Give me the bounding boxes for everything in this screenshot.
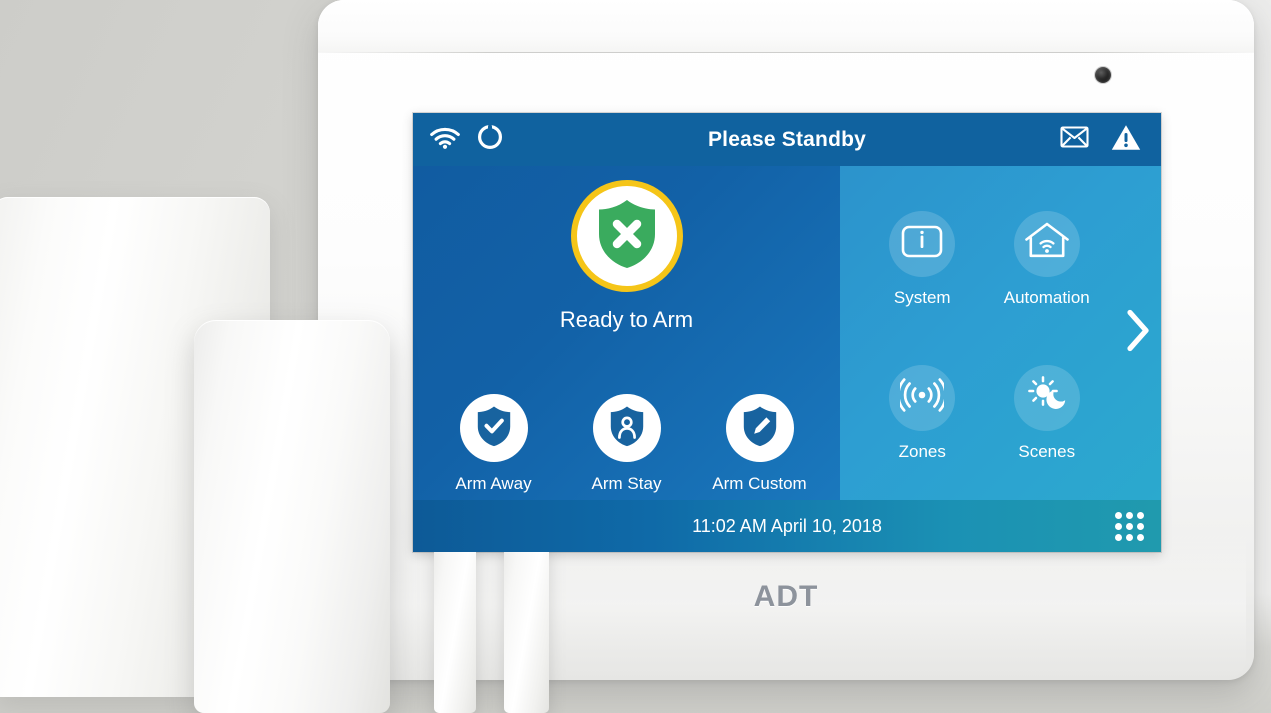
system-status-button[interactable]: Ready to Arm [413, 180, 840, 333]
arm-away-label: Arm Away [455, 474, 532, 493]
arm-away-circle [459, 394, 528, 462]
shield-pencil-icon [741, 405, 779, 452]
screen-content: Ready to Arm Arm Away Arm Stay Arm Custo… [413, 166, 1161, 500]
shield-check-icon [475, 405, 513, 452]
motion-sensor-front [194, 320, 390, 713]
keypad-dot [1115, 533, 1122, 541]
keypad-dot [1126, 522, 1133, 530]
arm-stay-circle [592, 394, 661, 462]
status-ring [570, 180, 683, 292]
footer-bar: 11:02 AM April 10, 2018 [413, 500, 1161, 552]
arm-stay-label: Arm Stay [591, 474, 662, 493]
status-bar: Please Standby [413, 113, 1161, 166]
home-wifi-icon [1024, 222, 1070, 265]
keypad-dot [1137, 511, 1144, 519]
status-bar-title: Please Standby [707, 127, 867, 151]
arm-custom-button[interactable]: Arm Custom [695, 394, 825, 494]
tile-scenes[interactable]: Scenes [985, 336, 1110, 490]
system-status-label: Ready to Arm [559, 307, 694, 332]
keypad-dot [1115, 522, 1122, 530]
info-icon [901, 225, 943, 263]
features-panel: System Automation Zones Scenes [840, 166, 1161, 500]
keypad-grid-icon[interactable] [1115, 511, 1144, 541]
tile-system[interactable]: System [860, 182, 985, 336]
keypad-dot [1126, 511, 1133, 519]
arm-away-button[interactable]: Arm Away [429, 394, 559, 494]
arm-custom-label: Arm Custom [712, 474, 807, 493]
sun-moon-icon [1026, 375, 1068, 420]
tile-scenes-circle [1013, 364, 1080, 431]
status-bar-right-icons [1060, 124, 1161, 156]
touchscreen-display[interactable]: Please Standby Ready to Arm Arm Away Arm… [413, 113, 1161, 552]
signal-waves-icon [897, 378, 948, 417]
tile-system-circle [889, 210, 956, 277]
product-scene: ADT Please Standby Ready to Arm Arm Away… [0, 0, 1271, 713]
panel-top-bezel [318, 0, 1254, 52]
keypad-dot [1115, 511, 1122, 519]
camera-lens-icon [1095, 67, 1111, 83]
shield-x-icon [594, 198, 660, 275]
alert-warning-icon[interactable] [1111, 124, 1141, 156]
panel-seam [318, 52, 1254, 53]
door-window-sensor-right [504, 531, 549, 713]
tile-automation[interactable]: Automation [985, 182, 1110, 336]
tile-zones-circle [889, 364, 956, 431]
tile-system-label: System [893, 287, 951, 307]
chevron-right-icon[interactable] [1125, 309, 1151, 358]
tile-automation-circle [1013, 210, 1080, 277]
message-envelope-icon[interactable] [1060, 126, 1089, 153]
shield-person-icon [608, 405, 646, 452]
arm-custom-circle [725, 394, 794, 462]
arm-actions-row: Arm Away Arm Stay Arm Custom [413, 394, 840, 494]
tile-zones[interactable]: Zones [860, 336, 985, 490]
tile-scenes-label: Scenes [1018, 441, 1076, 461]
security-panel: Ready to Arm Arm Away Arm Stay Arm Custo… [413, 166, 840, 500]
keypad-dot [1126, 533, 1133, 541]
door-window-sensor-left [434, 531, 476, 713]
datetime-label: 11:02 AM April 10, 2018 [692, 515, 882, 536]
arm-stay-button[interactable]: Arm Stay [562, 394, 692, 494]
keypad-dot [1137, 533, 1144, 541]
keypad-dot [1137, 522, 1144, 530]
tile-zones-label: Zones [898, 441, 946, 461]
tile-automation-label: Automation [1003, 287, 1090, 307]
feature-tile-grid: System Automation Zones Scenes [860, 182, 1109, 490]
